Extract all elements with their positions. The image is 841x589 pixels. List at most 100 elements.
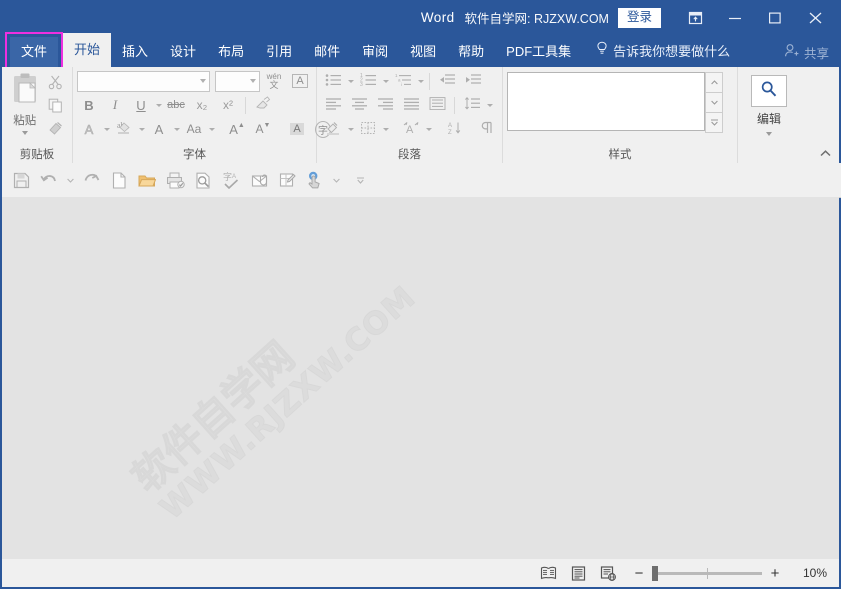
font-color-button[interactable]: A (147, 119, 171, 139)
editing-find-button[interactable] (751, 75, 787, 107)
ribbon-display-options-icon[interactable] (675, 2, 715, 33)
read-mode-icon[interactable] (533, 561, 563, 585)
borders-chevron-down-icon[interactable] (383, 128, 389, 131)
email-attach-icon[interactable] (246, 167, 272, 193)
change-case-button[interactable]: Aa (182, 119, 206, 139)
align-center-button[interactable] (347, 95, 371, 115)
tab-layout[interactable]: 布局 (207, 37, 255, 67)
paste-button[interactable]: 粘贴 (6, 70, 44, 135)
character-border-button[interactable]: A (288, 71, 312, 91)
distribute-button[interactable] (425, 95, 449, 115)
show-paragraph-marks-button[interactable] (476, 119, 500, 139)
print-preview-icon[interactable] (190, 167, 216, 193)
increase-indent-button[interactable] (461, 71, 485, 91)
grow-font-button[interactable]: A ▲ (225, 119, 249, 139)
web-layout-icon[interactable] (593, 561, 623, 585)
underline-chevron-down-icon[interactable] (156, 104, 162, 107)
shading-button[interactable] (321, 119, 345, 139)
tab-home[interactable]: 开始 (63, 33, 111, 67)
bullets-chevron-down-icon[interactable] (348, 80, 354, 83)
strikethrough-button[interactable]: abc (164, 95, 188, 115)
bullets-button[interactable] (321, 71, 345, 91)
spelling-check-icon[interactable]: 字A (218, 167, 244, 193)
styles-gallery[interactable] (507, 72, 705, 131)
tab-references[interactable]: 引用 (255, 37, 303, 67)
draw-table-icon[interactable] (274, 167, 300, 193)
styles-scroll-up-button[interactable] (705, 72, 723, 93)
login-button[interactable]: 登录 (618, 8, 661, 28)
font-name-chevron-down-icon[interactable] (200, 79, 206, 83)
font-size-input[interactable] (215, 71, 260, 92)
styles-scroll-down-button[interactable] (705, 92, 723, 113)
line-spacing-button[interactable] (460, 95, 484, 115)
touch-mode-icon[interactable] (302, 167, 328, 193)
sort-button[interactable]: AZ (442, 119, 466, 139)
phonetic-guide-button[interactable]: wén 文 (262, 71, 286, 91)
superscript-button[interactable]: x² (216, 95, 240, 115)
quick-print-icon[interactable] (162, 167, 188, 193)
tab-review[interactable]: 审阅 (351, 37, 399, 67)
redo-icon[interactable] (78, 167, 104, 193)
zoom-out-button[interactable]: − (633, 566, 645, 581)
multilevel-chevron-down-icon[interactable] (418, 80, 424, 83)
touch-mode-chevron-down-icon[interactable] (330, 167, 342, 193)
format-painter-button[interactable] (44, 120, 68, 140)
undo-icon[interactable] (36, 167, 62, 193)
tab-view[interactable]: 视图 (399, 37, 447, 67)
zoom-slider-handle[interactable] (652, 566, 658, 581)
decrease-indent-button[interactable] (435, 71, 459, 91)
cut-button[interactable] (44, 74, 68, 94)
copy-button[interactable] (44, 97, 68, 117)
collapse-ribbon-button[interactable] (817, 146, 833, 160)
text-effects-button[interactable]: A (77, 119, 101, 139)
bold-button[interactable]: B (77, 95, 101, 115)
styles-more-button[interactable] (705, 112, 723, 133)
numbering-button[interactable]: 123 (356, 71, 380, 91)
save-icon[interactable] (8, 167, 34, 193)
highlight-chevron-down-icon[interactable] (139, 128, 145, 131)
zoom-slider-track[interactable] (652, 572, 762, 575)
zoom-in-button[interactable]: + (769, 566, 781, 581)
zoom-level-label[interactable]: 10% (787, 566, 827, 580)
change-case-chevron-down-icon[interactable] (209, 128, 215, 131)
print-layout-icon[interactable] (563, 561, 593, 585)
tab-help[interactable]: 帮助 (447, 37, 495, 67)
shading-chevron-down-icon[interactable] (348, 128, 354, 131)
multilevel-list-button[interactable]: 1ai (391, 71, 415, 91)
new-document-icon[interactable] (106, 167, 132, 193)
paste-dropdown-caret-icon[interactable] (22, 131, 28, 135)
text-effects-chevron-down-icon[interactable] (104, 128, 110, 131)
italic-button[interactable]: I (103, 95, 127, 115)
shrink-font-button[interactable]: A ▼ (251, 119, 275, 139)
font-color-chevron-down-icon[interactable] (174, 128, 180, 131)
subscript-button[interactable]: x₂ (190, 95, 214, 115)
tell-me-box[interactable]: 告诉我你想要做什么 (582, 37, 741, 67)
minimize-icon[interactable] (715, 2, 755, 33)
editing-chevron-down-icon[interactable] (766, 132, 772, 136)
highlight-button[interactable]: ab (112, 119, 136, 139)
align-left-button[interactable] (321, 95, 345, 115)
maximize-icon[interactable] (755, 2, 795, 33)
asian-layout-button[interactable]: A (399, 119, 423, 139)
undo-chevron-down-icon[interactable] (64, 167, 76, 193)
close-icon[interactable] (795, 2, 835, 33)
tab-mailings[interactable]: 邮件 (303, 37, 351, 67)
borders-button[interactable] (356, 119, 380, 139)
tab-file[interactable]: 文件 (10, 37, 58, 67)
numbering-chevron-down-icon[interactable] (383, 80, 389, 83)
customize-quick-access-toolbar-icon[interactable] (354, 167, 366, 193)
tab-pdf-tools[interactable]: PDF工具集 (495, 37, 582, 67)
justify-button[interactable] (399, 95, 423, 115)
open-folder-icon[interactable] (134, 167, 160, 193)
share-button[interactable]: 共享 (784, 37, 829, 67)
character-shading-button[interactable]: A (285, 119, 309, 139)
line-spacing-chevron-down-icon[interactable] (487, 104, 493, 107)
font-name-input[interactable] (77, 71, 210, 92)
document-canvas[interactable]: 软件自学网 WWW.RJZXW.COM (2, 197, 839, 559)
underline-button[interactable]: U (129, 95, 153, 115)
tab-design[interactable]: 设计 (159, 37, 207, 67)
tab-insert[interactable]: 插入 (111, 37, 159, 67)
asian-layout-chevron-down-icon[interactable] (426, 128, 432, 131)
font-size-chevron-down-icon[interactable] (250, 79, 256, 83)
clear-formatting-button[interactable] (251, 95, 275, 115)
